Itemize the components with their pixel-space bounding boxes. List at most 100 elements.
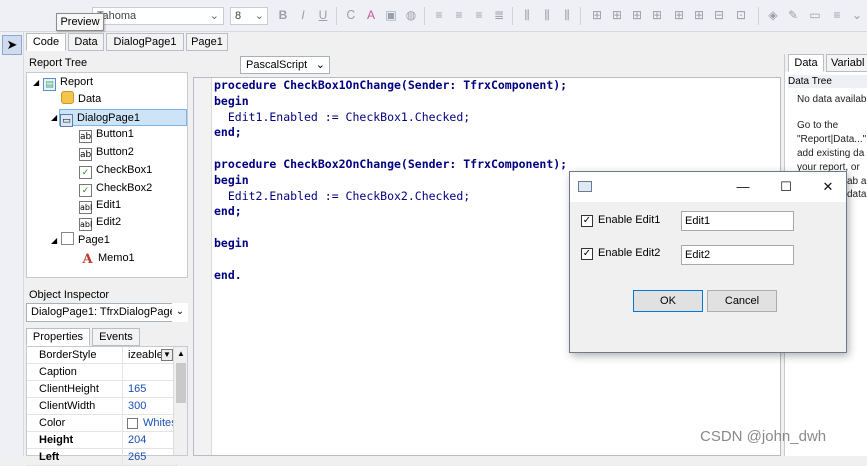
tree-node-page1[interactable]: Page1 — [61, 232, 110, 249]
chevron-down-icon: ⌄ — [254, 10, 264, 22]
bold-icon[interactable]: B — [276, 8, 290, 22]
italic-icon[interactable]: I — [296, 8, 310, 22]
tree-node-memo1[interactable]: A Memo1 — [81, 250, 135, 267]
frame-none-icon[interactable]: ⊞ — [692, 8, 706, 22]
chevron-down-icon: ⌄ — [315, 59, 325, 71]
frame-top-icon[interactable]: ⊞ — [590, 8, 604, 22]
property-row[interactable]: Color Whites — [27, 415, 177, 432]
code-line: procedure CheckBox2OnChange(Sender: Tfrx… — [214, 157, 568, 171]
tree-node-checkbox2[interactable]: ✓ CheckBox2 — [79, 180, 152, 197]
frame-style-icon[interactable]: ⊡ — [734, 8, 748, 22]
tab-events[interactable]: Events — [92, 328, 140, 346]
tree-node-button1[interactable]: ab Button1 — [79, 126, 134, 143]
tree-node-edit1[interactable]: abl Edit1 — [79, 197, 121, 214]
frame-left-icon[interactable]: ⊞ — [630, 8, 644, 22]
frame-bottom-icon[interactable]: ⊞ — [610, 8, 624, 22]
tab-data-tree[interactable]: Data — [788, 54, 824, 72]
line-color-icon[interactable]: ✎ — [786, 8, 800, 22]
tab-code[interactable]: Code — [26, 33, 66, 51]
chevron-down-icon[interactable]: ▼ — [161, 349, 173, 361]
underline-icon[interactable]: U — [316, 8, 330, 22]
checkbox2-label[interactable]: Enable Edit2 — [598, 247, 660, 260]
font-name-combo[interactable]: Tahoma ⌄ — [92, 7, 224, 25]
property-row[interactable]: Height 204 — [27, 432, 177, 449]
page-icon — [61, 232, 74, 245]
code-line: begin — [214, 93, 249, 108]
data-panel-text: "Report|Data..." — [797, 134, 867, 145]
expand-icon[interactable]: ◢ — [33, 74, 39, 91]
data-panel-text: ab a — [847, 176, 867, 187]
edit1-field[interactable]: Edit1 — [681, 211, 794, 231]
shadow-icon[interactable]: ⊟ — [712, 8, 726, 22]
data-panel-text: data — [847, 189, 867, 200]
editor-gutter — [194, 78, 212, 455]
page-tabs: Code Data DialogPage1 Page1 — [26, 33, 426, 51]
highlight-icon[interactable]: ▣ — [384, 8, 398, 22]
code-line: end; — [214, 125, 242, 140]
font-size-combo[interactable]: 8 ⌄ — [230, 7, 268, 25]
property-scrollbar[interactable]: ▲ — [173, 347, 187, 455]
ok-button[interactable]: OK — [633, 290, 703, 312]
tab-data[interactable]: Data — [68, 33, 104, 51]
tree-node-report[interactable]: ▤ Report — [43, 74, 93, 91]
font-size-value: 8 — [235, 10, 242, 22]
text-color-icon[interactable]: A — [364, 8, 378, 22]
tab-page1[interactable]: Page1 — [186, 33, 228, 51]
scroll-thumb[interactable] — [176, 363, 186, 403]
checkbox1[interactable]: ✓ — [581, 215, 593, 227]
frame-all-icon[interactable]: ⊞ — [672, 8, 686, 22]
inspector-tabs: Properties Events — [26, 328, 188, 346]
font-icon[interactable]: Ꮯ — [344, 8, 358, 22]
minimize-button[interactable]: — — [733, 178, 753, 196]
checkbox-icon: ✓ — [79, 166, 92, 179]
memo-icon: A — [81, 252, 94, 267]
valign-top-icon[interactable]: ⫼ — [520, 8, 534, 22]
property-row[interactable]: Caption — [27, 364, 177, 381]
tab-dialogpage1[interactable]: DialogPage1 — [106, 33, 184, 51]
language-value: PascalScript — [246, 59, 308, 71]
code-line: Edit2.Enabled := CheckBox2.Checked; — [214, 188, 471, 203]
tree-node-dialogpage1[interactable]: ▭ DialogPage1 — [59, 109, 187, 127]
line-width-icon[interactable]: ▭ — [808, 8, 822, 22]
edit2-field[interactable]: Edit2 — [681, 245, 794, 265]
tab-variables[interactable]: Variabl — [826, 54, 867, 72]
dialog-caption-bar[interactable]: — ☐ ✕ — [570, 172, 846, 202]
property-row[interactable]: Left 265 — [27, 449, 177, 466]
align-left-icon[interactable]: ≡ — [432, 8, 446, 22]
select-tool-arrow-icon[interactable]: ➤ — [2, 35, 22, 55]
rotation-icon[interactable]: ◍ — [404, 8, 418, 22]
tree-node-button2[interactable]: ab Button2 — [79, 144, 134, 161]
property-row[interactable]: ClientWidth 300 — [27, 398, 177, 415]
language-combo[interactable]: PascalScript ⌄ — [240, 56, 330, 74]
align-justify-icon[interactable]: ≣ — [492, 8, 506, 22]
align-center-icon[interactable]: ≡ — [452, 8, 466, 22]
report-icon: ▤ — [43, 78, 56, 91]
tree-node-data[interactable]: Data — [61, 91, 101, 108]
expand-icon[interactable]: ◢ — [51, 232, 57, 249]
line-style-icon[interactable]: ≡ — [830, 8, 844, 22]
fill-color-icon[interactable]: ◈ — [766, 8, 780, 22]
data-panel-text: No data availab — [797, 94, 867, 105]
watermark: CSDN @john_dwh — [700, 428, 827, 445]
code-line: end. — [214, 267, 242, 282]
checkbox1-label[interactable]: Enable Edit1 — [598, 214, 660, 227]
valign-bottom-icon[interactable]: ⫼ — [560, 8, 574, 22]
expand-icon[interactable]: ◢ — [51, 109, 57, 126]
property-row[interactable]: ClientHeight 165 — [27, 381, 177, 398]
object-selector-combo[interactable]: DialogPage1: TfrxDialogPage — [26, 303, 188, 322]
align-right-icon[interactable]: ≡ — [472, 8, 486, 22]
close-button[interactable]: ✕ — [818, 178, 838, 196]
toolbar-more-icon[interactable]: ⌄ — [850, 8, 864, 22]
tree-node-checkbox1[interactable]: ✓ CheckBox1 — [79, 162, 152, 179]
scroll-up-icon[interactable]: ▲ — [176, 349, 186, 359]
code-line: procedure CheckBox1OnChange(Sender: Tfrx… — [214, 78, 568, 92]
cancel-button[interactable]: Cancel — [707, 290, 777, 312]
property-row[interactable]: BorderStyle izeable ▼ — [27, 347, 177, 364]
chevron-down-icon[interactable]: ⌄ — [172, 303, 188, 322]
frame-right-icon[interactable]: ⊞ — [650, 8, 664, 22]
tree-node-edit2[interactable]: abl Edit2 — [79, 214, 121, 231]
valign-middle-icon[interactable]: ⫼ — [540, 8, 554, 22]
maximize-button[interactable]: ☐ — [776, 178, 796, 196]
tab-properties[interactable]: Properties — [26, 328, 90, 346]
checkbox2[interactable]: ✓ — [581, 248, 593, 260]
